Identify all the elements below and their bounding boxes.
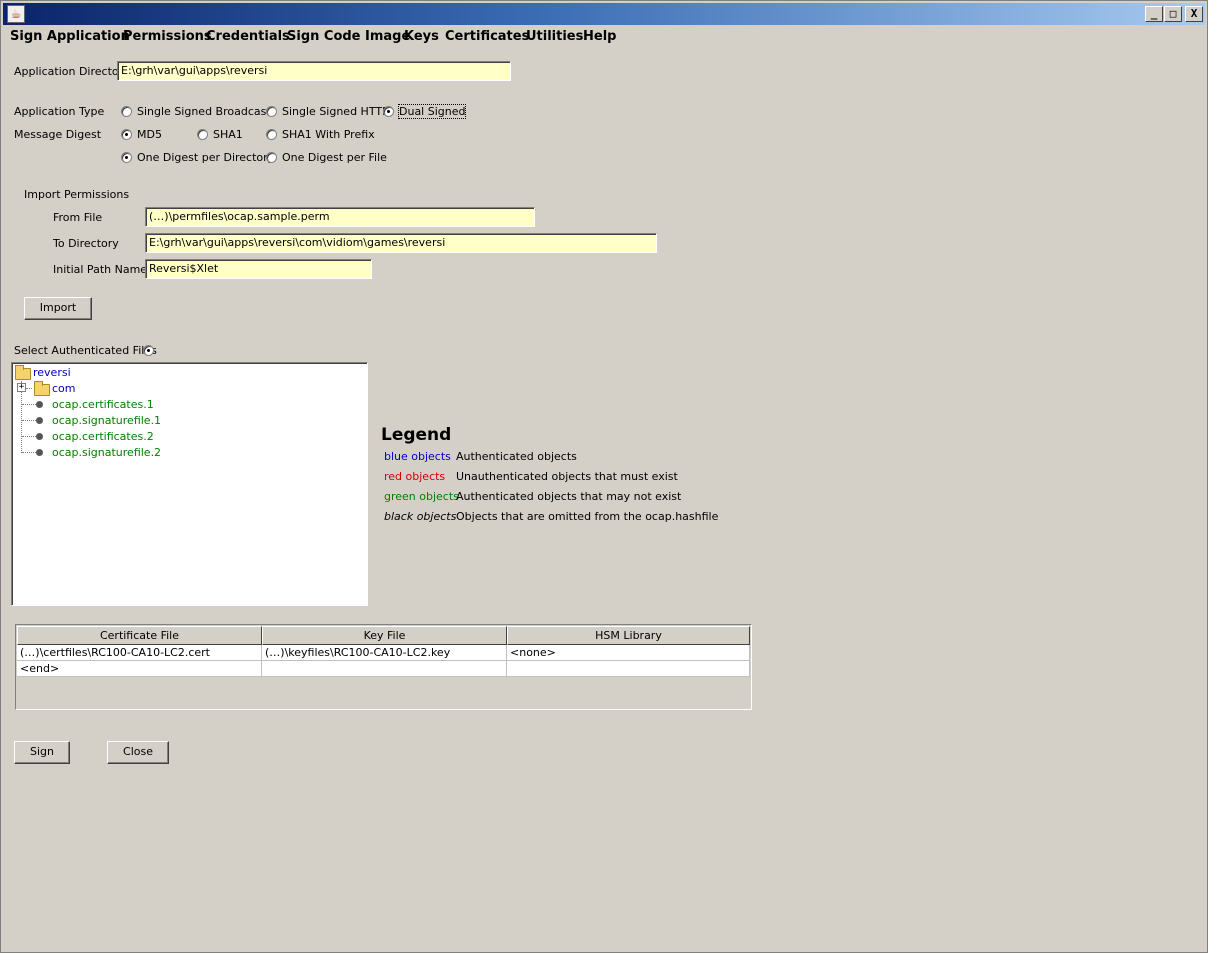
table-cell[interactable]: <none>: [507, 645, 750, 661]
tree-node-reversi[interactable]: reversi: [33, 366, 71, 379]
app-dir-field[interactable]: E:\grh\var\gui\apps\reversi: [117, 61, 511, 81]
message-digest-label: Message Digest: [14, 128, 102, 141]
radio-md5[interactable]: [121, 129, 132, 140]
tree-guide-line: [22, 404, 36, 405]
select-auth-files-label: Select Authenticated Files: [14, 344, 157, 357]
tree-guide-line: [22, 452, 36, 453]
initial-path-label: Initial Path Name: [53, 263, 148, 276]
legend-desc-red: Unauthenticated objects that must exist: [456, 470, 678, 483]
tree-node-file[interactable]: ocap.certificates.1: [52, 398, 154, 411]
select-auth-files-radio[interactable]: [143, 345, 154, 356]
column-header-hsm-library[interactable]: HSM Library: [507, 626, 750, 645]
menu-sign-code-image[interactable]: Sign Code Image: [287, 29, 410, 44]
to-directory-label: To Directory: [53, 237, 119, 250]
tree-node-com[interactable]: com: [52, 382, 76, 395]
tree-node-file[interactable]: ocap.signaturefile.1: [52, 414, 161, 427]
radio-single-signed-broadcast[interactable]: [121, 106, 132, 117]
file-icon: [36, 401, 43, 408]
close-button[interactable]: Close: [107, 741, 169, 764]
file-icon: [36, 433, 43, 440]
legend-key-green: green objects: [384, 490, 459, 503]
minimize-button[interactable]: _: [1145, 6, 1163, 22]
close-window-button[interactable]: X: [1185, 6, 1203, 22]
legend-key-black: black objects: [384, 510, 457, 523]
sign-button[interactable]: Sign: [14, 741, 70, 764]
file-icon: [36, 417, 43, 424]
menu-keys[interactable]: Keys: [404, 29, 439, 44]
legend-title: Legend: [381, 425, 452, 445]
table-cell[interactable]: <end>: [17, 661, 262, 677]
file-icon: [36, 449, 43, 456]
from-file-label: From File: [53, 211, 103, 224]
radio-single-signed-http[interactable]: [266, 106, 277, 117]
tree-node-file[interactable]: ocap.certificates.2: [52, 430, 154, 443]
expand-icon[interactable]: +: [17, 383, 26, 392]
tree-guide-line: [22, 436, 36, 437]
legend-desc-black: Objects that are omitted from the ocap.h…: [456, 510, 719, 523]
import-permissions-heading: Import Permissions: [24, 188, 130, 201]
table-cell[interactable]: (…)\certfiles\RC100-CA10-LC2.cert: [17, 645, 262, 661]
maximize-button[interactable]: □: [1164, 6, 1182, 22]
option-single-signed-http[interactable]: Single Signed HTTP: [282, 105, 389, 118]
java-app-icon: ☕: [7, 5, 25, 23]
file-tree[interactable]: reversi + com ocap.certificates.1 ocap.s…: [11, 362, 368, 606]
legend-key-blue: blue objects: [384, 450, 451, 463]
table-cell[interactable]: [507, 661, 750, 677]
menu-certificates[interactable]: Certificates: [445, 29, 529, 44]
folder-icon: [34, 381, 50, 396]
option-md5[interactable]: MD5: [137, 128, 162, 141]
menu-permissions[interactable]: Permissions: [123, 29, 212, 44]
option-digest-per-directory[interactable]: One Digest per Directory: [137, 151, 274, 164]
option-dual-signed[interactable]: Dual Signed: [397, 104, 467, 119]
import-button[interactable]: Import: [24, 297, 92, 320]
tree-node-file[interactable]: ocap.signaturefile.2: [52, 446, 161, 459]
menu-sign-application[interactable]: Sign Application: [10, 29, 130, 44]
app-type-label: Application Type: [14, 105, 105, 118]
option-digest-per-file[interactable]: One Digest per File: [282, 151, 387, 164]
legend-desc-green: Authenticated objects that may not exist: [456, 490, 682, 503]
table-cell[interactable]: (…)\keyfiles\RC100-CA10-LC2.key: [262, 645, 507, 661]
radio-dual-signed[interactable]: [383, 106, 394, 117]
certificate-table[interactable]: Certificate File Key File HSM Library (……: [15, 624, 752, 710]
radio-sha1[interactable]: [197, 129, 208, 140]
menu-credentials[interactable]: Credentials: [206, 29, 290, 44]
radio-digest-per-directory[interactable]: [121, 152, 132, 163]
menu-utilities[interactable]: Utilities: [526, 29, 583, 44]
option-sha1[interactable]: SHA1: [213, 128, 243, 141]
main-window: ☕ _ □ X Sign Application Permissions Cre…: [0, 0, 1208, 953]
from-file-field[interactable]: (…)\permfiles\ocap.sample.perm: [145, 207, 535, 227]
radio-sha1-prefix[interactable]: [266, 129, 277, 140]
title-bar[interactable]: ☕ _ □ X: [3, 3, 1205, 25]
option-single-signed-broadcast[interactable]: Single Signed Broadcast: [137, 105, 271, 118]
legend-desc-blue: Authenticated objects: [456, 450, 577, 463]
radio-digest-per-file[interactable]: [266, 152, 277, 163]
to-directory-field[interactable]: E:\grh\var\gui\apps\reversi\com\vidiom\g…: [145, 233, 657, 253]
initial-path-field[interactable]: Reversi$Xlet: [145, 259, 372, 279]
menu-bar: Sign Application Permissions Credentials…: [3, 27, 1205, 49]
menu-help[interactable]: Help: [583, 29, 616, 44]
table-cell[interactable]: [262, 661, 507, 677]
app-dir-label: Application Directory: [14, 65, 130, 78]
folder-icon: [15, 365, 31, 380]
tree-guide-line: [22, 420, 36, 421]
column-header-certificate-file[interactable]: Certificate File: [17, 626, 262, 645]
legend-key-red: red objects: [384, 470, 446, 483]
tree-guide-line: [26, 388, 32, 389]
option-sha1-prefix[interactable]: SHA1 With Prefix: [282, 128, 375, 141]
column-header-key-file[interactable]: Key File: [262, 626, 507, 645]
